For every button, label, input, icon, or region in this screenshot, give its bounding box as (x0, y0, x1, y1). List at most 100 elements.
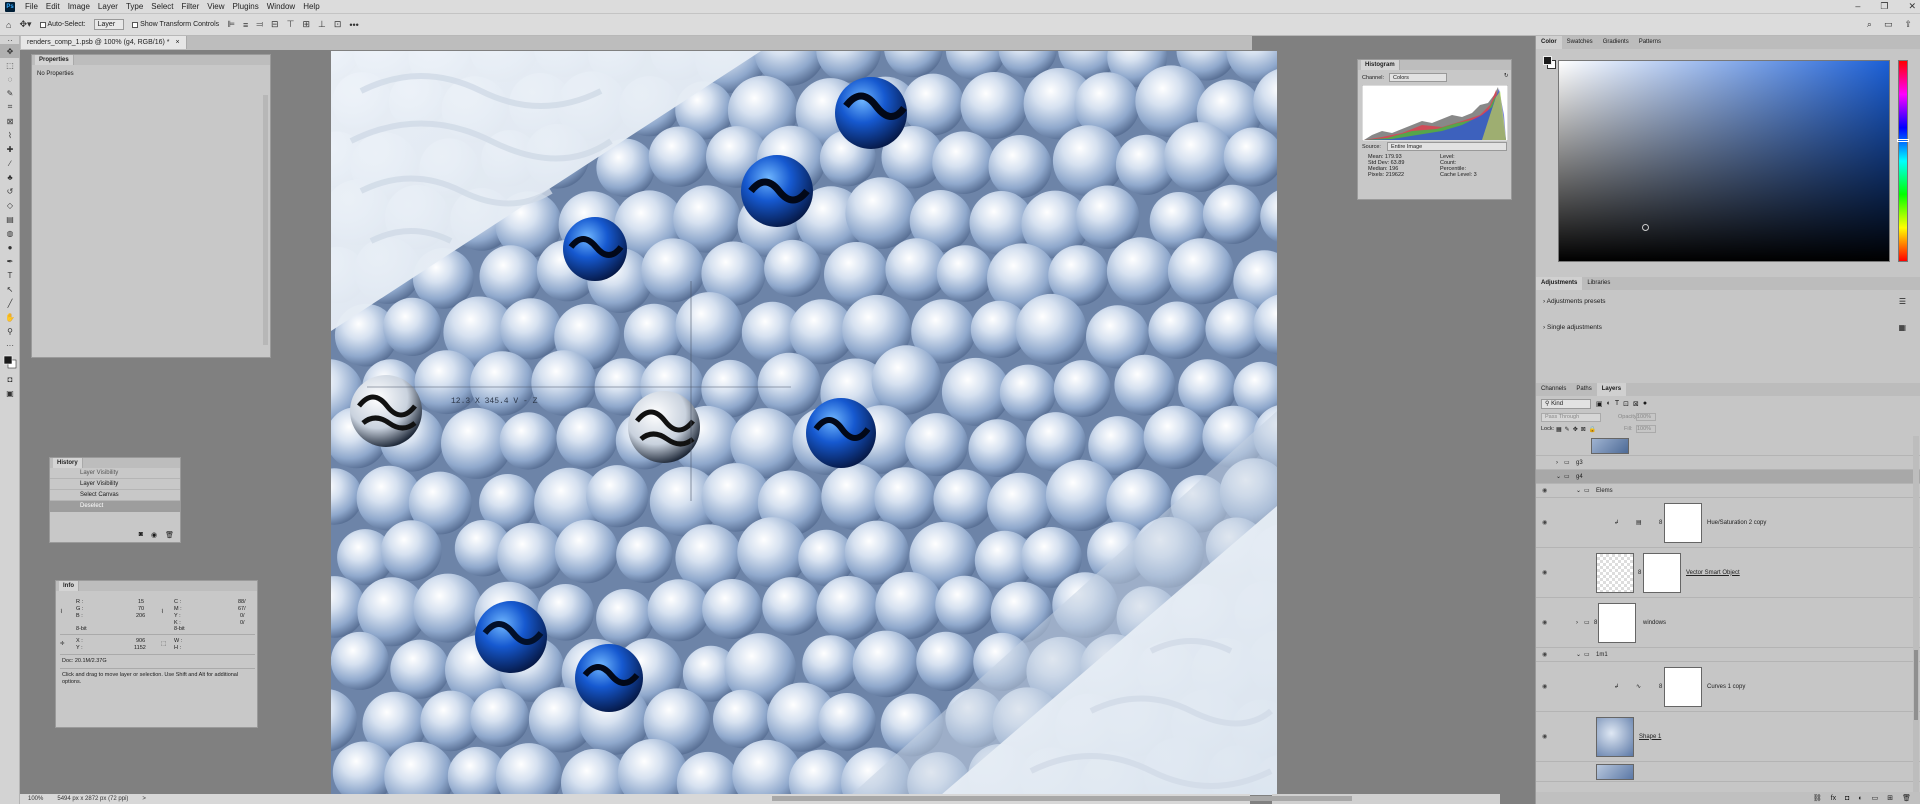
menu-edit[interactable]: Edit (42, 0, 64, 13)
menu-image[interactable]: Image (64, 0, 94, 13)
lasso-tool-icon[interactable]: ◌ (0, 72, 20, 86)
history-item[interactable]: Layer Visibility (50, 479, 180, 490)
menu-filter[interactable]: Filter (178, 0, 204, 13)
tab-patterns[interactable]: Patterns (1634, 36, 1666, 49)
info-tab[interactable]: Info (59, 581, 79, 591)
tab-color[interactable]: Color (1536, 36, 1562, 49)
crop-tool-icon[interactable]: ⌗ (0, 100, 20, 114)
line-tool-icon[interactable]: ╱ (0, 296, 20, 310)
filter-adjust-icon[interactable]: ◐ (1607, 400, 1611, 408)
chevron-down-icon[interactable]: ⌄ (1576, 651, 1581, 658)
align-bottom-icon[interactable]: ⊥ (318, 19, 326, 30)
quick-mask-icon[interactable]: ◘ (0, 372, 20, 386)
eye-icon[interactable]: ◉ (1542, 733, 1547, 740)
new-group-icon[interactable]: ▭ (1872, 794, 1879, 802)
search-icon[interactable]: ⌕ (1867, 19, 1872, 30)
new-adjustment-icon[interactable]: ◐ (1858, 795, 1862, 802)
layers-scrollbar[interactable] (1913, 436, 1919, 798)
fx-icon[interactable]: fx (1831, 795, 1836, 802)
status-menu-arrow[interactable]: > (142, 796, 146, 802)
layer-row[interactable] (1536, 436, 1920, 456)
fill-input[interactable]: 100% (1636, 425, 1656, 433)
maximize-button[interactable]: ❐ (1880, 0, 1888, 13)
fg-bg-swatch[interactable] (1543, 56, 1557, 70)
history-item[interactable]: Layer Visibility (50, 468, 180, 479)
snapshot-icon[interactable]: ◙ (139, 531, 143, 539)
source-dropdown[interactable]: Entire Image (1387, 142, 1507, 151)
eye-icon[interactable]: ◉ (1542, 519, 1547, 526)
minimize-button[interactable]: – (1855, 0, 1860, 13)
chevron-right-icon[interactable]: › (1576, 620, 1578, 626)
properties-tab[interactable]: Properties (35, 55, 74, 65)
document-tab[interactable]: renders_comp_1.psb @ 100% (g4, RGB/16) *… (21, 36, 187, 49)
layer-vector-smart-object[interactable]: ◉ 8 Vector Smart Object (1536, 548, 1920, 598)
layer-hue-saturation[interactable]: ◉ ↲ ▤ 8 Hue/Saturation 2 copy (1536, 498, 1920, 548)
lock-icons[interactable]: ▦✎✥⊠🔒 (1556, 426, 1599, 433)
stamp-tool-icon[interactable]: ♣ (0, 170, 20, 184)
history-item[interactable]: Select Canvas (50, 490, 180, 501)
blur-tool-icon[interactable]: ◍ (0, 226, 20, 240)
show-transform-checkbox[interactable]: Show Transform Controls (132, 21, 219, 28)
channel-dropdown[interactable]: Colors (1389, 73, 1447, 82)
more-options-icon[interactable]: ••• (349, 20, 358, 30)
document-canvas[interactable]: 12.3 X 345.4 V - Z (331, 51, 1277, 795)
history-item-selected[interactable]: Deselect (50, 501, 180, 512)
layer-group-windows[interactable]: ◉ › ▭ 8 windows (1536, 598, 1920, 648)
chevron-down-icon[interactable]: ⌄ (1576, 487, 1581, 494)
move-tool-icon[interactable]: ✥▾ (19, 19, 31, 30)
align-left-icon[interactable]: ⊫ (227, 19, 235, 30)
layer-shape[interactable]: ◉ Shape 1 (1536, 712, 1920, 762)
blend-mode-dropdown[interactable]: Pass Through (1541, 413, 1601, 422)
histogram-tab[interactable]: Histogram (1361, 60, 1400, 70)
layer-group-g3[interactable]: › ▭ g3 (1536, 456, 1920, 470)
link-layers-icon[interactable]: ⛓ (1813, 794, 1822, 802)
eraser-icon[interactable]: ◇ (0, 198, 20, 212)
filter-toggle-icon[interactable]: ● (1643, 400, 1647, 408)
tab-adjustments[interactable]: Adjustments (1536, 277, 1583, 290)
align-middle-icon[interactable]: ⊞ (302, 19, 310, 30)
screen-mode-icon[interactable]: ▣ (0, 386, 20, 400)
eye-icon[interactable]: ◉ (1542, 569, 1547, 576)
filter-type-icon[interactable]: T (1615, 400, 1619, 408)
more-tools-icon[interactable]: ··· (0, 338, 20, 352)
tab-paths[interactable]: Paths (1571, 383, 1596, 396)
trash-icon[interactable]: 🗑 (165, 531, 174, 539)
list-view-icon[interactable]: ☰ (1899, 297, 1906, 306)
menu-view[interactable]: View (203, 0, 228, 13)
tab-layers[interactable]: Layers (1596, 383, 1627, 396)
layer-row[interactable] (1536, 762, 1920, 782)
layer-select-dropdown[interactable]: Layer (93, 19, 125, 30)
zoom-tool-icon[interactable]: ⚲ (0, 324, 20, 338)
opacity-input[interactable]: 100% (1636, 413, 1656, 421)
marquee-tool-icon[interactable]: ⬚ (0, 58, 20, 72)
toolbar-grip[interactable]: ·· (0, 36, 20, 45)
hue-slider[interactable] (1897, 60, 1909, 262)
quick-select-icon[interactable]: ✎ (0, 86, 20, 100)
history-brush-icon[interactable]: ↺ (0, 184, 20, 198)
camera-icon[interactable]: ◉ (151, 531, 157, 539)
tab-channels[interactable]: Channels (1536, 383, 1571, 396)
layer-curves[interactable]: ◉ ↲ ∿ 8 Curves 1 copy (1536, 662, 1920, 712)
grid-view-icon[interactable]: ▦ (1898, 323, 1906, 332)
filter-smart-icon[interactable]: ⊠ (1633, 400, 1639, 408)
properties-scrollbar[interactable] (263, 95, 268, 345)
menu-help[interactable]: Help (299, 0, 323, 13)
healing-brush-icon[interactable]: ✚ (0, 142, 20, 156)
eye-icon[interactable]: ◉ (1542, 619, 1547, 626)
menu-file[interactable]: File (21, 0, 42, 13)
tab-libraries[interactable]: Libraries (1582, 277, 1615, 290)
workspace-icon[interactable]: ▭ (1884, 19, 1893, 30)
layer-group-1m1[interactable]: ◉ ⌄ ▭ 1m1 (1536, 648, 1920, 662)
pen-tool-icon[interactable]: ✒ (0, 254, 20, 268)
hand-tool-icon[interactable]: ✋ (0, 310, 20, 324)
type-tool-icon[interactable]: T (0, 268, 20, 282)
single-adjustments[interactable]: › Single adjustments (1543, 324, 1602, 331)
tab-swatches[interactable]: Swatches (1562, 36, 1598, 49)
filter-pixel-icon[interactable]: ▣ (1596, 400, 1603, 408)
frame-tool-icon[interactable]: ⊠ (0, 114, 20, 128)
eye-icon[interactable]: ◉ (1542, 487, 1547, 494)
menu-plugins[interactable]: Plugins (229, 0, 263, 13)
align-top-icon[interactable]: ⊤ (287, 19, 295, 30)
close-icon[interactable]: × (176, 36, 180, 49)
eye-icon[interactable]: ◉ (1542, 683, 1547, 690)
